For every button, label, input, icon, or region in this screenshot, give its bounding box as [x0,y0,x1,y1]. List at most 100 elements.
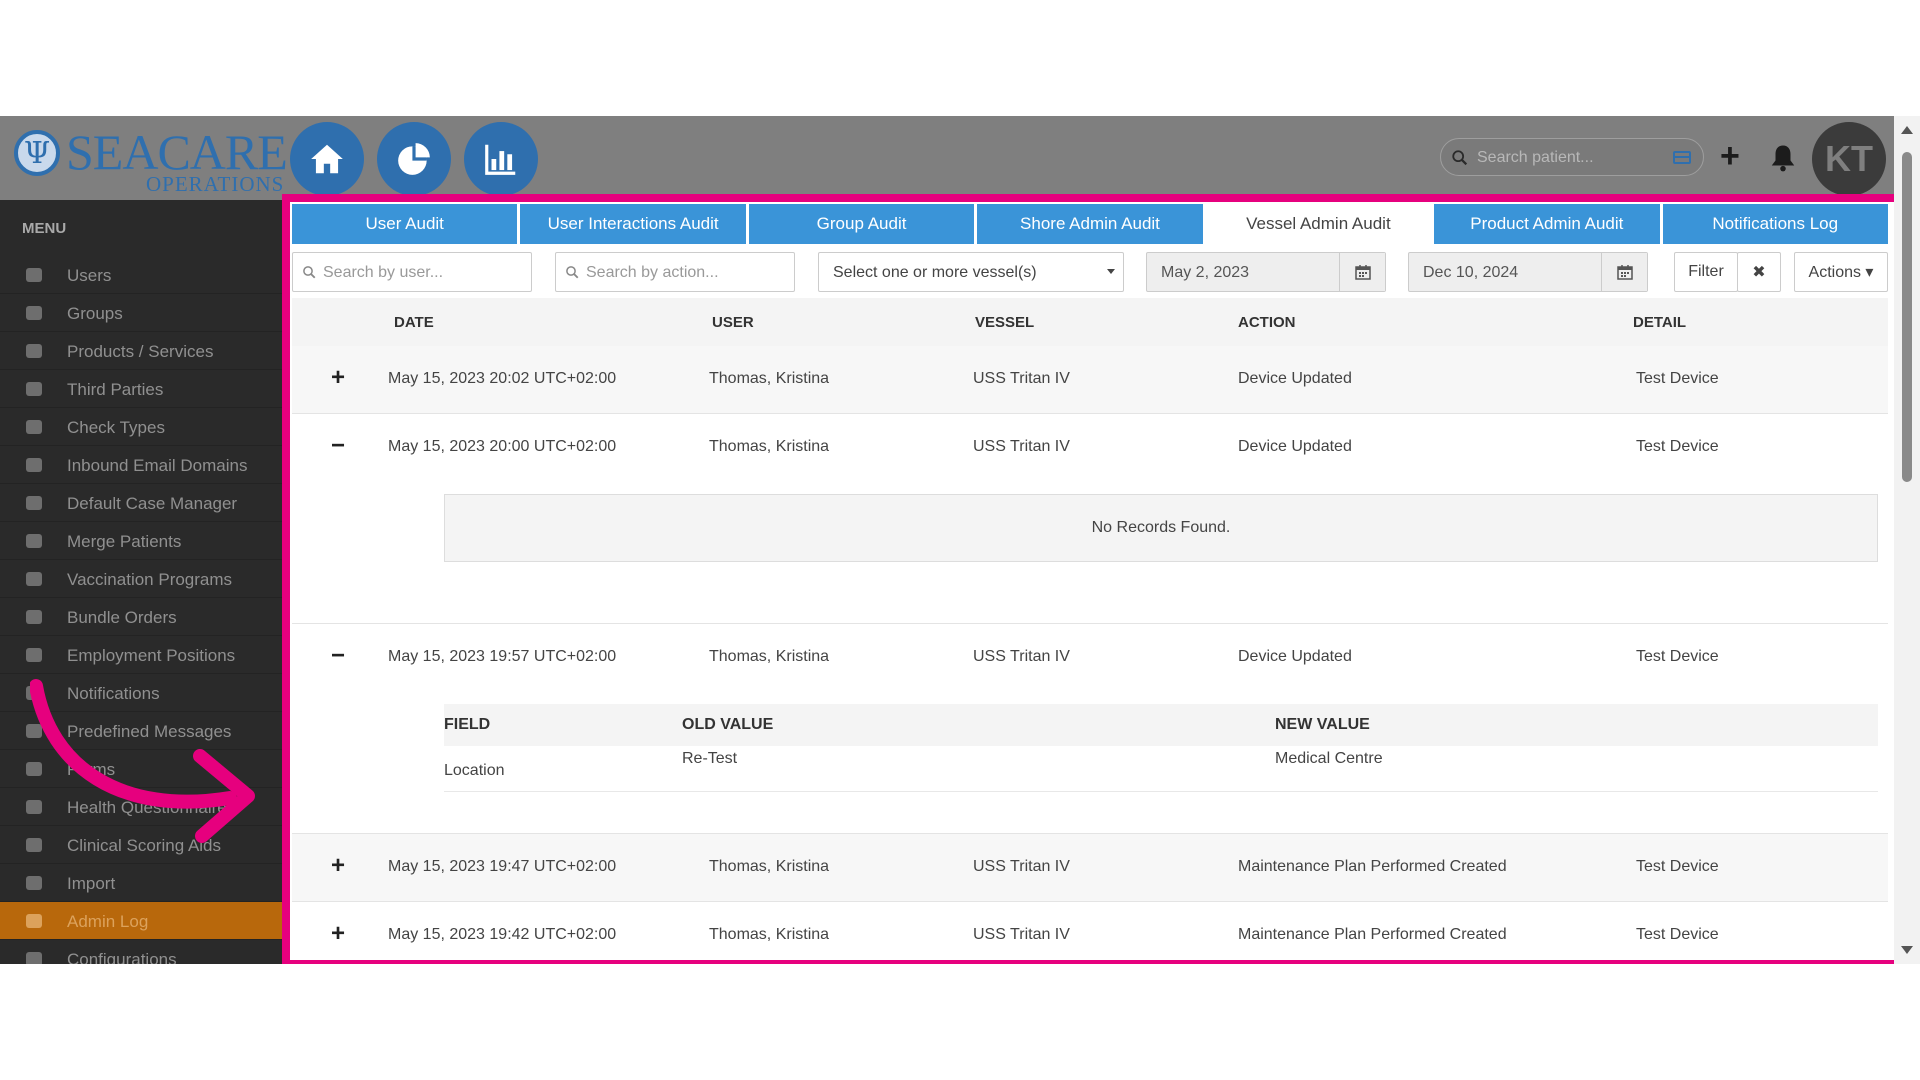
table-row[interactable]: − May 15, 2023 19:57 UTC+02:00 Thomas, K… [292,624,1888,692]
sidebar-item-label: Users [67,266,112,285]
tab-notifications-log[interactable]: Notifications Log [1662,204,1888,244]
date-from-value: May 2, 2023 [1161,264,1250,281]
column-header-detail[interactable]: DETAIL [1633,314,1686,331]
add-button[interactable]: + [1720,138,1740,174]
cell-user: Thomas, Kristina [709,648,830,665]
sidebar-item-inbound-email-domains[interactable]: Inbound Email Domains [0,446,282,484]
no-records-message: No Records Found. [444,494,1878,562]
caret-down-icon [1107,269,1115,274]
sidebar-item-check-types[interactable]: Check Types [0,408,282,446]
reports-button[interactable] [464,122,538,196]
date-from-input[interactable]: May 2, 2023 [1146,252,1386,292]
tab-product-admin-audit[interactable]: Product Admin Audit [1434,204,1660,244]
table-row[interactable]: − May 15, 2023 20:00 UTC+02:00 Thomas, K… [292,414,1888,482]
tab-user-audit[interactable]: User Audit [292,204,518,244]
sidebar-item-label: Employment Positions [67,646,236,665]
vessel-select[interactable]: Select one or more vessel(s) [818,252,1124,292]
cell-action: Device Updated [1238,370,1352,387]
syringe-icon [26,572,42,586]
sidebar-item-admin-log[interactable]: Admin Log [0,902,282,940]
calendar-icon [1616,265,1633,280]
tab-user-interactions-audit[interactable]: User Interactions Audit [520,204,746,244]
sidebar-item-merge-patients[interactable]: Merge Patients [0,522,282,560]
cell-user: Thomas, Kristina [709,926,830,943]
sidebar-item-label: Products / Services [67,342,214,361]
seacare-logo[interactable]: SEACARE OPERATIONS [14,124,288,196]
user-avatar[interactable]: KT [1812,122,1886,196]
sidebar-item-employment-positions[interactable]: Employment Positions [0,636,282,674]
pie-chart-icon [398,143,430,175]
tab-vessel-admin-audit[interactable]: Vessel Admin Audit [1205,204,1432,244]
cell-vessel: USS Tritan IV [973,858,1070,875]
changes-row: Location Re-Test Medical Centre [444,746,1878,792]
cell-user: Thomas, Kristina [709,858,830,875]
cell-user: Thomas, Kristina [709,370,830,387]
cell-detail: Test Device [1636,370,1719,387]
expand-toggle[interactable]: + [326,922,350,946]
column-header-old-value: OLD VALUE [682,716,774,733]
sidebar-item-import[interactable]: Import [0,864,282,902]
sidebar-item-label: Default Case Manager [67,494,238,513]
search-user-input[interactable]: Search by user... [292,252,532,292]
cell-detail: Test Device [1636,926,1719,943]
scroll-down-arrow-icon[interactable] [1901,946,1913,954]
date-to-calendar-button[interactable] [1601,253,1647,291]
filter-bar: Search by user... Search by action... Se… [292,250,1888,294]
table-row[interactable]: + May 15, 2023 19:47 UTC+02:00 Thomas, K… [292,834,1888,902]
table-row[interactable]: + May 15, 2023 20:02 UTC+02:00 Thomas, K… [292,346,1888,414]
trident-logo-icon [14,130,60,176]
tab-shore-admin-audit[interactable]: Shore Admin Audit [977,204,1203,244]
scrollbar-thumb[interactable] [1902,152,1912,482]
sidebar-item-label: Merge Patients [67,532,182,551]
vessel-select-value: Select one or more vessel(s) [833,264,1037,281]
date-to-input[interactable]: Dec 10, 2024 [1408,252,1648,292]
expand-toggle[interactable]: + [326,854,350,878]
scroll-up-arrow-icon[interactable] [1901,126,1913,134]
column-header-vessel[interactable]: VESSEL [975,314,1034,331]
expand-toggle[interactable]: + [326,366,350,390]
sidebar-item-users[interactable]: Users [0,256,282,294]
home-button[interactable] [290,122,364,196]
sidebar-item-third-parties[interactable]: Third Parties [0,370,282,408]
clear-filter-button[interactable]: ✖ [1737,252,1781,292]
app-window: SEACARE OPERATIONS Search patient... + K… [0,116,1920,964]
column-header-field: FIELD [444,716,491,733]
collapse-toggle[interactable]: − [326,434,350,458]
calendar-icon [1354,265,1371,280]
cell-vessel: USS Tritan IV [973,370,1070,387]
sidebar-item-products-services[interactable]: Products / Services [0,332,282,370]
search-action-input[interactable]: Search by action... [555,252,795,292]
actions-dropdown-button[interactable]: Actions ▾ [1794,252,1888,292]
sidebar-item-configurations[interactable]: Configurations [0,940,282,964]
audit-tabs: User Audit User Interactions Audit Group A… [292,204,1888,244]
column-header-action[interactable]: ACTION [1238,314,1296,331]
date-from-calendar-button[interactable] [1339,253,1385,291]
money-icon [26,420,42,434]
credit-card-icon[interactable] [1673,151,1691,164]
group-icon [26,306,42,320]
user-icon [26,268,42,282]
search-patient-input[interactable]: Search patient... [1440,138,1704,176]
sidebar-item-vaccination-programs[interactable]: Vaccination Programs [0,560,282,598]
tab-group-audit[interactable]: Group Audit [748,204,975,244]
column-header-user[interactable]: USER [712,314,754,331]
menu-list: Users Groups Products / Services Third Part… [0,256,282,964]
collapse-toggle[interactable]: − [326,644,350,668]
main-content: User Audit User Interactions Audit Group A… [282,200,1894,964]
row-detail-panel: FIELD OLD VALUE NEW VALUE Location Re-Te… [292,692,1888,834]
changes-table-header: FIELD OLD VALUE NEW VALUE [444,704,1878,746]
sidebar-item-bundle-orders[interactable]: Bundle Orders [0,598,282,636]
cell-action: Device Updated [1238,438,1352,455]
change-field: Location [444,762,505,779]
stethoscope-icon [26,610,42,624]
filter-button[interactable]: Filter [1674,252,1738,292]
sidebar-item-groups[interactable]: Groups [0,294,282,332]
page-scrollbar[interactable] [1894,116,1920,964]
dashboard-button[interactable] [377,122,451,196]
table-row[interactable]: + May 15, 2023 19:42 UTC+02:00 Thomas, K… [292,902,1888,964]
bell-icon[interactable] [1768,142,1798,174]
sidebar-item-label: Inbound Email Domains [67,456,248,475]
sidebar-item-default-case-manager[interactable]: Default Case Manager [0,484,282,522]
column-header-date[interactable]: DATE [394,314,434,331]
bar-chart-icon [485,144,516,175]
